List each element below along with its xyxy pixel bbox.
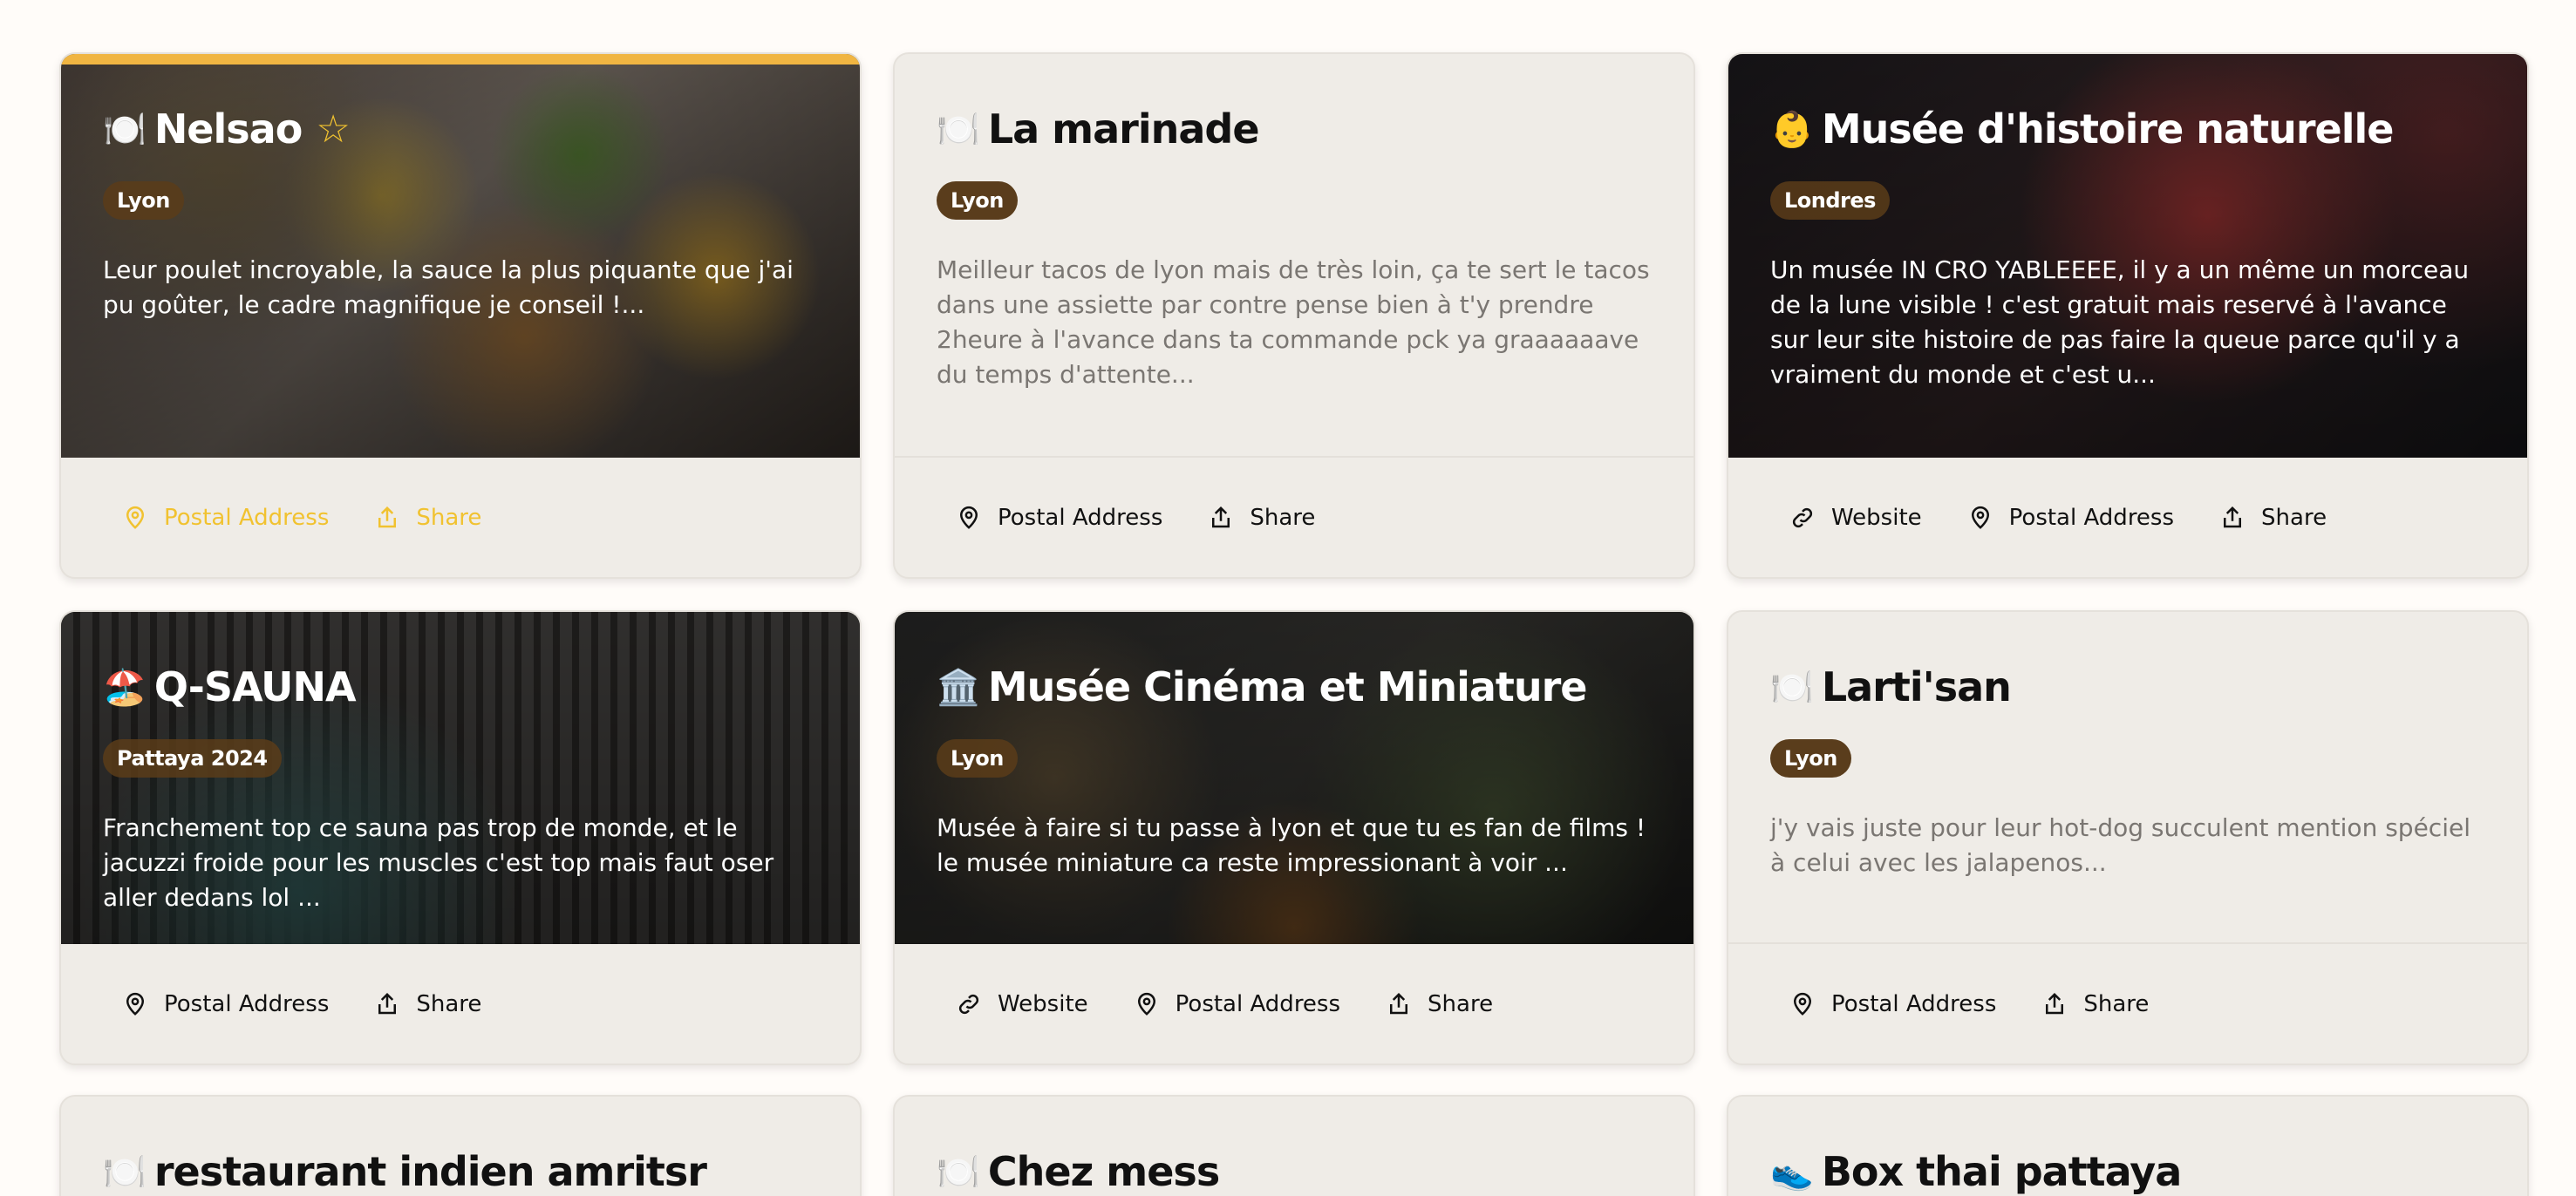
postal-address-button[interactable]: Postal Address <box>956 505 1162 531</box>
star-icon[interactable]: ☆ <box>316 107 350 152</box>
place-card-box-thai-pattaya[interactable]: 👟 Box thai pattaya <box>1727 1095 2529 1196</box>
map-pin-icon <box>959 506 978 529</box>
location-badge: Lyon <box>1770 739 1851 778</box>
map-pin-icon <box>1137 992 1155 1016</box>
plate-icon: 🍽️ <box>937 1152 980 1193</box>
link-icon <box>958 994 979 1014</box>
location-badge: Pattaya 2024 <box>103 739 282 778</box>
share-icon <box>378 506 397 527</box>
postal-address-button[interactable]: Postal Address <box>1134 991 1340 1017</box>
card-title[interactable]: 🍽️ Chez mess <box>937 1145 1652 1196</box>
card-description: Franchement top ce sauna pas trop de mon… <box>103 813 774 912</box>
card-title[interactable]: 👟 Box thai pattaya <box>1770 1145 2485 1196</box>
location-badge: Lyon <box>937 181 1018 220</box>
postal-address-button[interactable]: Postal Address <box>122 505 329 531</box>
favorite-accent-bar <box>61 54 860 65</box>
postal-address-button[interactable]: Postal Address <box>1789 991 1996 1017</box>
share-button[interactable]: Share <box>374 991 481 1017</box>
map-pin-icon <box>126 506 145 529</box>
share-icon <box>2224 506 2242 527</box>
baby-icon: 👶 <box>1770 109 1814 150</box>
plate-icon: 🍽️ <box>937 109 980 150</box>
card-title[interactable]: 🍽️ La marinade <box>937 103 1652 155</box>
place-card-chez-mess[interactable]: 🍽️ Chez mess <box>893 1095 1695 1196</box>
place-card-restaurant-indien[interactable]: 🍽️ restaurant indien amritsr <box>59 1095 862 1196</box>
share-icon <box>1212 506 1230 527</box>
map-pin-icon <box>1971 506 1989 529</box>
card-title[interactable]: 🏖️ Q-SAUNA <box>103 661 818 713</box>
card-title[interactable]: 🍽️ restaurant indien amritsr <box>103 1145 818 1196</box>
share-button[interactable]: Share <box>1208 505 1315 531</box>
place-card-musee-cinema-miniature[interactable]: 🏛️ Musée Cinéma et Miniature Lyon Musée … <box>893 610 1695 1065</box>
link-icon <box>1792 507 1813 527</box>
card-title[interactable]: 🍽️ Nelsao ☆ <box>103 103 818 155</box>
card-title[interactable]: 👶 Musée d'histoire naturelle <box>1770 103 2485 155</box>
share-icon <box>378 992 397 1014</box>
share-button[interactable]: Share <box>374 505 481 531</box>
card-description: Un musée IN CRO YABLEEEE, il y a un même… <box>1770 255 2470 389</box>
share-icon <box>2046 992 2064 1014</box>
location-badge: Lyon <box>103 181 184 220</box>
map-pin-icon <box>1793 992 1812 1016</box>
share-button[interactable]: Share <box>1386 991 1493 1017</box>
card-description: Meilleur tacos de lyon mais de très loin… <box>937 255 1650 389</box>
location-badge: Lyon <box>937 739 1018 778</box>
place-card-musee-histoire-naturelle[interactable]: 👶 Musée d'histoire naturelle Londres Un … <box>1727 52 2529 579</box>
card-description: Musée à faire si tu passe à lyon et que … <box>937 813 1646 877</box>
card-description: j'y vais juste pour leur hot-dog succule… <box>1770 813 2470 877</box>
website-button[interactable]: Website <box>956 991 1088 1017</box>
museum-icon: 🏛️ <box>937 667 980 708</box>
place-card-q-sauna[interactable]: 🏖️ Q-SAUNA Pattaya 2024 Franchement top … <box>59 610 862 1065</box>
postal-address-button[interactable]: Postal Address <box>1967 505 2174 531</box>
shoe-icon: 👟 <box>1770 1152 1814 1193</box>
postal-address-button[interactable]: Postal Address <box>122 991 329 1017</box>
website-button[interactable]: Website <box>1789 505 1922 531</box>
card-description: Leur poulet incroyable, la sauce la plus… <box>103 255 794 319</box>
plate-icon: 🍽️ <box>103 109 147 150</box>
location-badge: Londres <box>1770 181 1890 220</box>
share-button[interactable]: Share <box>2219 505 2327 531</box>
plate-icon: 🍽️ <box>103 1152 147 1193</box>
place-card-lartisan[interactable]: 🍽️ Larti'san Lyon j'y vais juste pour le… <box>1727 610 2529 1065</box>
place-card-nelsao[interactable]: 🍽️ Nelsao ☆ Lyon Leur poulet incroyable,… <box>59 52 862 579</box>
card-title[interactable]: 🍽️ Larti'san <box>1770 661 2485 713</box>
card-title[interactable]: 🏛️ Musée Cinéma et Miniature <box>937 661 1652 713</box>
place-card-la-marinade[interactable]: 🍽️ La marinade Lyon Meilleur tacos de ly… <box>893 52 1695 579</box>
share-icon <box>1390 992 1408 1014</box>
share-button[interactable]: Share <box>2041 991 2149 1017</box>
plate-icon: 🍽️ <box>1770 667 1814 708</box>
beach-icon: 🏖️ <box>103 667 147 708</box>
map-pin-icon <box>126 992 145 1016</box>
